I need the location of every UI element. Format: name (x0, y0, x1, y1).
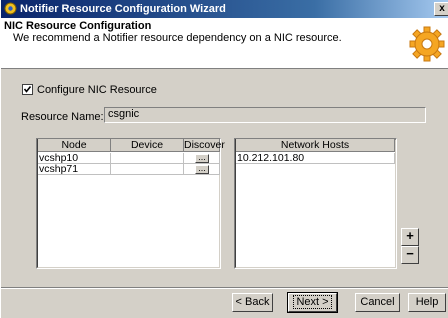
back-button[interactable]: < Back (232, 293, 273, 312)
help-button[interactable]: Help (408, 293, 446, 312)
wizard-window: Notifier Resource Configuration Wizard x… (0, 0, 448, 318)
checkmark-icon (23, 86, 32, 93)
next-button-label: Next > (293, 295, 332, 309)
window-title: Notifier Resource Configuration Wizard (20, 3, 226, 15)
network-hosts-table: Network Hosts 10.212.101.80 (234, 138, 397, 269)
resource-name-field[interactable]: csgnic (104, 107, 426, 123)
node-table: Node Device Discover vcshp10 ... vcshp71… (36, 138, 225, 269)
column-header-network-hosts[interactable]: Network Hosts (236, 139, 395, 152)
wizard-header: NIC Resource Configuration We recommend … (1, 18, 448, 69)
page-subtitle: We recommend a Notifier resource depende… (13, 32, 342, 44)
add-host-button[interactable]: + (401, 228, 419, 246)
next-button[interactable]: Next > (287, 292, 338, 313)
title-bar: Notifier Resource Configuration Wizard x (1, 0, 448, 18)
configure-nic-label: Configure NIC Resource (37, 84, 157, 96)
page-title: NIC Resource Configuration (4, 20, 152, 32)
table-cell-host[interactable]: 10.212.101.80 (236, 153, 395, 164)
column-header-device[interactable]: Device (111, 139, 184, 152)
footer-divider (1, 287, 448, 289)
table-cell-device[interactable] (111, 164, 184, 175)
discover-button[interactable]: ... (195, 164, 209, 174)
discover-button[interactable]: ... (195, 153, 209, 163)
table-cell-node[interactable]: vcshp71 (38, 164, 111, 175)
column-header-node[interactable]: Node (38, 139, 111, 152)
configure-nic-checkbox[interactable] (22, 84, 33, 95)
resource-name-label: Resource Name: (21, 111, 104, 123)
cancel-button[interactable]: Cancel (355, 293, 400, 312)
table-cell-device[interactable] (111, 153, 184, 164)
remove-host-button[interactable]: − (401, 246, 419, 264)
app-icon (4, 2, 17, 15)
close-button[interactable]: x (434, 2, 448, 16)
gear-icon (409, 26, 445, 62)
column-header-discover[interactable]: Discover (184, 139, 225, 152)
close-icon: x (439, 3, 445, 14)
